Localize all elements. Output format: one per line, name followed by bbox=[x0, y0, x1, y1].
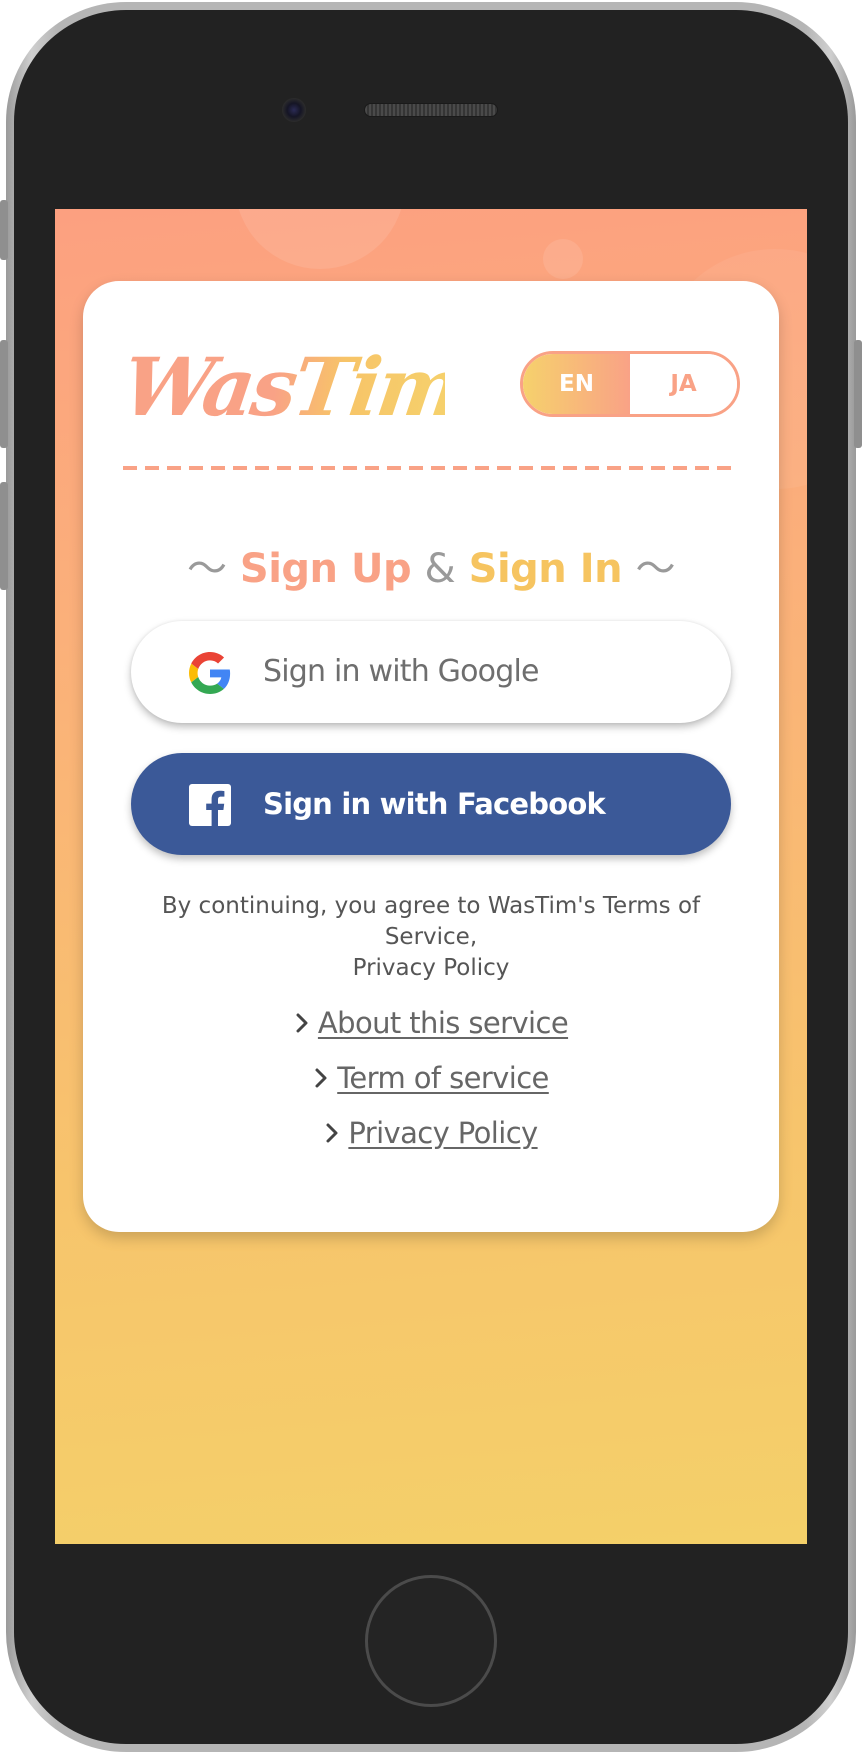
sign-up-sign-in-heading: 〜 Sign Up & Sign In 〜 bbox=[83, 536, 779, 594]
google-button-label: Sign in with Google bbox=[263, 654, 539, 689]
language-option-ja[interactable]: JA bbox=[630, 354, 737, 414]
heading-tilde-left: 〜 bbox=[186, 546, 227, 592]
language-toggle: EN JA bbox=[520, 351, 740, 417]
google-sign-in-button[interactable]: Sign in with Google bbox=[131, 621, 731, 723]
wastim-logo: WasTim bbox=[125, 340, 445, 434]
facebook-icon bbox=[189, 784, 231, 826]
agreement-line-1: By continuing, you agree to WasTim's Ter… bbox=[161, 893, 701, 950]
speaker-grille bbox=[364, 103, 498, 117]
dashed-divider bbox=[123, 466, 739, 470]
link-terms-label[interactable]: Term of service bbox=[337, 1061, 549, 1095]
chevron-right-icon bbox=[296, 1013, 308, 1033]
side-button-volume-down bbox=[0, 482, 8, 590]
side-button-volume-up bbox=[0, 340, 8, 448]
camera-icon bbox=[282, 98, 306, 122]
chevron-right-icon bbox=[326, 1123, 338, 1143]
terms-agreement-text: By continuing, you agree to WasTim's Ter… bbox=[113, 891, 749, 984]
facebook-button-label: Sign in with Facebook bbox=[263, 787, 606, 821]
link-privacy-label[interactable]: Privacy Policy bbox=[348, 1116, 538, 1150]
agreement-line-2: Privacy Policy bbox=[352, 955, 510, 981]
facebook-sign-in-button[interactable]: Sign in with Facebook bbox=[131, 753, 731, 855]
screen: WasTim EN JA 〜 Sign Up & Sign In 〜 Sign … bbox=[55, 209, 807, 1544]
home-button[interactable] bbox=[365, 1575, 497, 1707]
side-button-mute bbox=[0, 200, 8, 260]
heading-ampersand: & bbox=[424, 546, 456, 592]
heading-tilde-right: 〜 bbox=[635, 546, 676, 592]
heading-sign-up: Sign Up bbox=[239, 546, 412, 592]
side-button-power bbox=[854, 340, 862, 448]
auth-card: WasTim EN JA 〜 Sign Up & Sign In 〜 Sign … bbox=[83, 281, 779, 1232]
background-bubble bbox=[543, 239, 583, 279]
chevron-right-icon bbox=[315, 1068, 327, 1088]
language-option-en[interactable]: EN bbox=[523, 354, 630, 414]
logo-text: WasTim bbox=[125, 340, 445, 434]
background-bubble bbox=[235, 209, 405, 269]
google-icon bbox=[189, 652, 231, 694]
heading-sign-in: Sign In bbox=[468, 546, 623, 592]
link-about-this-service[interactable]: About this service bbox=[83, 1001, 779, 1045]
link-about-label[interactable]: About this service bbox=[318, 1006, 569, 1040]
link-privacy-policy[interactable]: Privacy Policy bbox=[83, 1111, 779, 1155]
link-term-of-service[interactable]: Term of service bbox=[83, 1056, 779, 1100]
